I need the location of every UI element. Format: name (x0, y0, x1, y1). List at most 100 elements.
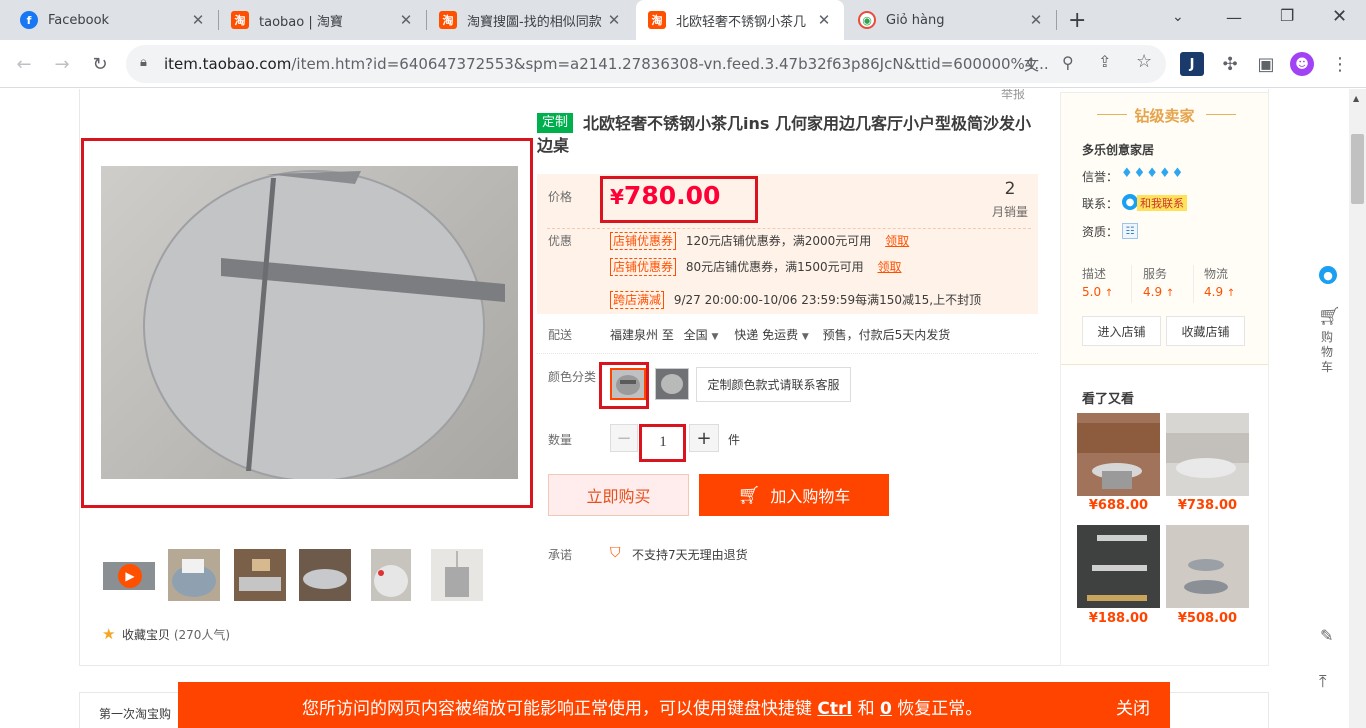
qualification-label: 资质： (1082, 225, 1119, 239)
video-thumbnail[interactable]: ▶ (103, 562, 155, 590)
bookmark-star-icon[interactable]: ☆ (1136, 51, 1152, 72)
reload-icon[interactable]: ↻ (88, 52, 112, 76)
tab-search-icon[interactable]: ⌄ (1172, 9, 1184, 25)
color-label: 颜色分类 (548, 370, 597, 384)
profile-avatar[interactable]: ☻ (1290, 52, 1314, 76)
price-label: 价格 (548, 190, 573, 204)
play-icon: ▶ (118, 564, 142, 588)
tab-taobao[interactable]: 淘 taobao | 淘寶 ✕ (219, 0, 426, 40)
delivery-row: 福建泉州 至 全国 ▼ 快递 免运费 ▼ 预售，付款后5天内发货 (610, 326, 950, 343)
main-product-image[interactable] (101, 166, 518, 479)
close-icon[interactable]: ✕ (1028, 11, 1044, 29)
arrow-up-icon: ↑ (1165, 288, 1175, 299)
recommend-item-price[interactable]: ¥188.00 (1077, 611, 1160, 626)
buy-now-button[interactable]: 立即购买 (548, 474, 689, 516)
close-icon[interactable]: ✕ (606, 11, 622, 29)
wangwang-icon[interactable]: ● (1319, 266, 1337, 284)
rating-label: 描述 (1082, 267, 1107, 281)
tab-title: taobao | 淘寶 (259, 14, 343, 30)
rating-label: 物流 (1204, 267, 1229, 281)
thumbnail-image[interactable] (234, 549, 286, 601)
enter-shop-button[interactable]: 进入店铺 (1082, 316, 1161, 346)
add-to-cart-button[interactable]: 🛒︎ 加入购物车 (699, 474, 889, 516)
scroll-up-arrow-icon[interactable]: ▲ (1353, 94, 1359, 103)
tab-taobao-image-search[interactable]: 淘 淘寶搜圖-找的相似同款 ✕ (427, 0, 634, 40)
minimize-button[interactable]: — (1226, 8, 1242, 27)
browser-tab-strip: f Facebook ✕ 淘 taobao | 淘寶 ✕ 淘 淘寶搜圖-找的相似… (0, 0, 1366, 40)
back-to-top-icon[interactable]: ⤒ (1319, 672, 1327, 692)
recommend-item-image[interactable] (1077, 525, 1160, 608)
diamond-rating-icon: ♦♦♦♦♦ (1121, 166, 1185, 181)
tab-product[interactable]: 淘 北欧轻奢不锈钢小茶几 ✕ (636, 0, 844, 40)
quantity-unit: 件 (728, 433, 741, 447)
rating-value: 4.9 ↑ (1204, 285, 1236, 299)
thumbnail-image[interactable] (299, 549, 351, 601)
extensions-puzzle-icon[interactable]: ✣ (1218, 52, 1242, 76)
quantity-input[interactable]: 1 (644, 428, 682, 456)
side-cart-label[interactable]: 购物车 (1321, 330, 1335, 375)
close-notice-button[interactable]: 关闭 (1116, 694, 1150, 719)
zoom-icon[interactable]: ⚲ (1062, 53, 1074, 72)
cart-icon[interactable]: 🛒︎ (1318, 306, 1341, 327)
coupon-text: 80元店铺优惠券，满1500元可用 (685, 260, 864, 274)
back-icon[interactable]: ← (12, 52, 36, 76)
restore-button[interactable]: ❐ (1280, 6, 1294, 25)
extension-icon[interactable]: J (1180, 52, 1204, 76)
favorite-item-link[interactable]: 收藏宝贝 (270人气) (122, 626, 230, 643)
side-panel-icon[interactable]: ▣ (1254, 52, 1278, 76)
cart-icon: 🛒︎ (737, 484, 761, 506)
color-option[interactable] (655, 368, 689, 400)
recommend-item-price[interactable]: ¥508.00 (1166, 611, 1249, 626)
quantity-decrease-button[interactable]: − (610, 424, 638, 452)
tab-title: 北欧轻奢不锈钢小茶几 (676, 14, 807, 30)
claim-coupon-link[interactable]: 领取 (877, 260, 901, 274)
claim-coupon-link[interactable]: 领取 (885, 234, 909, 248)
star-icon: ★ (102, 625, 116, 643)
shop-name[interactable]: 多乐创意家居 (1082, 141, 1154, 158)
color-option-selected[interactable] (610, 368, 646, 400)
share-icon[interactable]: ⇪ (1098, 52, 1111, 71)
color-option-custom[interactable]: 定制颜色款式请联系客服 (696, 367, 851, 402)
address-bar[interactable]: 🔒︎ item.taobao.com/item.htm?id=640647372… (126, 45, 1166, 83)
quantity-increase-button[interactable]: + (689, 424, 719, 452)
close-icon[interactable]: ✕ (398, 11, 414, 29)
monthly-sales-count: 2 (1004, 179, 1016, 199)
ship-to-select[interactable]: 全国 ▼ (684, 328, 719, 342)
promise-text: 不支持7天无理由退货 (632, 548, 748, 562)
scrollbar[interactable]: ▲ (1349, 89, 1366, 728)
scrollbar-thumb[interactable] (1351, 134, 1364, 204)
divider (1131, 265, 1132, 303)
divider (537, 353, 1038, 354)
tab-cart[interactable]: ◉ Giỏ hàng ✕ (846, 0, 1056, 40)
license-icon[interactable]: ☷ (1122, 223, 1138, 239)
zoom-notice-text: 您所访问的网页内容被缩放可能影响正常使用，可以使用键盘快捷键 Ctrl 和 0 … (302, 699, 983, 719)
close-icon[interactable]: ✕ (190, 11, 206, 29)
translate-icon[interactable]: 文 (1024, 54, 1039, 75)
forward-icon[interactable]: → (50, 52, 74, 76)
report-link[interactable]: 举报 (1001, 89, 1025, 102)
favorite-shop-button[interactable]: 收藏店铺 (1166, 316, 1245, 346)
contact-seller-button[interactable]: 和我联系 (1137, 195, 1187, 211)
edit-feedback-icon[interactable]: ✎ (1320, 626, 1333, 645)
thumbnail-image[interactable] (168, 549, 220, 601)
recommend-item-price[interactable]: ¥738.00 (1166, 498, 1249, 513)
shipping-method-select[interactable]: 快递 免运费 ▼ (734, 328, 809, 342)
new-tab-button[interactable]: + (1068, 8, 1086, 33)
cross-store-tag: 跨店满减 (610, 291, 665, 309)
window-close-button[interactable]: ✕ (1332, 6, 1347, 27)
thumbnail-image[interactable] (431, 549, 483, 601)
tab-title: 淘寶搜圖-找的相似同款 (467, 14, 602, 30)
tab-title: Giỏ hàng (886, 12, 945, 28)
wangwang-icon[interactable]: ● (1122, 194, 1138, 210)
tab-facebook[interactable]: f Facebook ✕ (8, 0, 218, 40)
quantity-label: 数量 (548, 433, 573, 447)
recommend-item-image[interactable] (1077, 413, 1160, 496)
recommend-item-image[interactable] (1166, 525, 1249, 608)
recommend-title: 看了又看 (1082, 392, 1135, 407)
menu-kebab-icon[interactable]: ⋮ (1328, 52, 1352, 76)
rating-label: 服务 (1143, 267, 1168, 281)
recommend-item-image[interactable] (1166, 413, 1249, 496)
recommend-item-price[interactable]: ¥688.00 (1077, 498, 1160, 513)
thumbnail-image[interactable] (371, 549, 411, 601)
close-icon[interactable]: ✕ (816, 11, 832, 29)
